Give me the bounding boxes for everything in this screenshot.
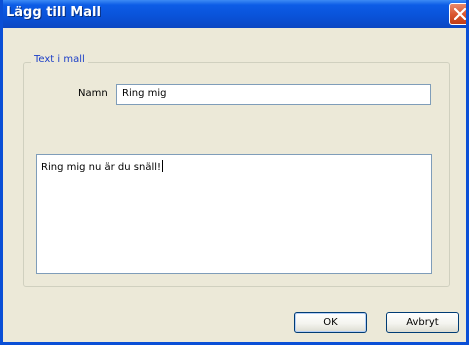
- group-legend: Text i mall: [31, 54, 88, 65]
- close-icon: [454, 8, 466, 20]
- dialog-window: Lägg till Mall Text i mall Namn Ring mig…: [0, 0, 469, 345]
- cancel-button[interactable]: Avbryt: [386, 312, 459, 333]
- close-button[interactable]: [449, 3, 466, 25]
- name-input-value: Ring mig: [122, 88, 167, 99]
- text-caret: [162, 160, 164, 172]
- name-input[interactable]: Ring mig: [116, 84, 431, 105]
- window-title: Lägg till Mall: [6, 5, 101, 20]
- title-bar[interactable]: Lägg till Mall: [3, 0, 466, 28]
- message-text: Ring mig nu är du snäll!: [41, 162, 162, 173]
- message-textarea[interactable]: Ring mig nu är du snäll!: [36, 154, 432, 274]
- ok-button[interactable]: OK: [294, 312, 367, 333]
- name-label: Namn: [78, 88, 108, 99]
